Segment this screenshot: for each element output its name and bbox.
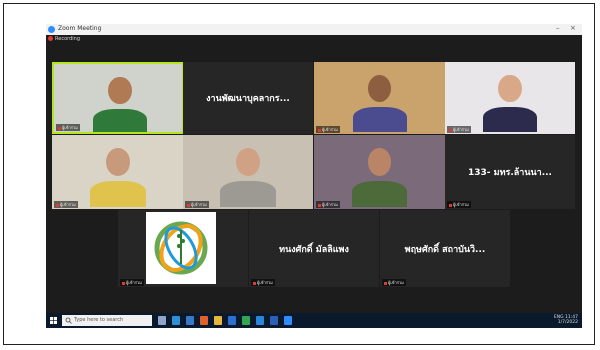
participant-body xyxy=(351,180,408,207)
muted-mic-icon xyxy=(187,203,190,207)
participant-body xyxy=(90,180,146,207)
participant-name-text: ผู้เข้าร่วม xyxy=(257,280,273,285)
university-logo-icon xyxy=(146,212,216,284)
participant-display-name: ทนงศักดิ์ มัลลิแพง xyxy=(279,244,349,255)
participant-body xyxy=(93,108,147,132)
participant-name-label: ผู้เข้าร่วม xyxy=(316,201,340,208)
participant-tile[interactable]: ผู้เข้าร่วม xyxy=(118,210,248,287)
participant-head xyxy=(367,148,392,177)
explorer-icon[interactable] xyxy=(214,316,222,325)
zoom-window: Zoom Meeting – × Recording ผู้เข้าร่วม งา… xyxy=(46,24,582,328)
participant-tile[interactable]: 133- มทร.ล้านนา... ผู้เข้าร่วม xyxy=(445,135,575,209)
mail-icon[interactable] xyxy=(228,316,236,325)
participant-body xyxy=(352,106,407,132)
participant-name-text: ผู้เข้าร่วม xyxy=(126,280,142,285)
participant-name-label: ผู้เข้าร่วม xyxy=(447,201,471,208)
participant-video xyxy=(52,135,184,209)
participant-display-name: พฤษศักดิ์ สถาบันวิ... xyxy=(404,244,486,255)
windows-start-icon[interactable] xyxy=(50,317,57,324)
muted-mic-icon xyxy=(318,203,321,207)
minimize-button[interactable]: – xyxy=(556,24,560,32)
muted-mic-icon xyxy=(384,281,387,285)
system-tray[interactable]: ENG 11:47 1/7/2022 xyxy=(554,315,578,325)
participant-name-text: ผู้เข้าร่วม xyxy=(388,280,404,285)
title-bar: Zoom Meeting – × xyxy=(46,24,582,35)
photos-icon[interactable] xyxy=(256,316,264,325)
muted-mic-icon xyxy=(122,281,125,285)
document-frame: Zoom Meeting – × Recording ผู้เข้าร่วม งา… xyxy=(3,3,595,345)
muted-mic-icon xyxy=(56,203,59,207)
participant-name-text: ผู้เข้าร่วม xyxy=(322,202,338,207)
participant-tile[interactable]: พฤษศักดิ์ สถาบันวิ... ผู้เข้าร่วม xyxy=(380,210,510,287)
windows-taskbar: Type here to search ENG 11:47 1/7/2022 xyxy=(46,313,582,328)
task-view-icon[interactable] xyxy=(158,316,166,325)
participant-name-label: ผู้เข้าร่วม xyxy=(382,279,406,286)
participant-head xyxy=(498,74,522,103)
participant-name-text: ผู้เข้าร่วม xyxy=(191,202,207,207)
participant-name-label: ผู้เข้าร่วม xyxy=(251,279,275,286)
participant-name-text: ผู้เข้าร่วม xyxy=(453,127,469,132)
chrome-icon[interactable] xyxy=(242,316,250,325)
participant-name-label: ผู้เข้าร่วม xyxy=(185,201,209,208)
participant-name-text: ผู้เข้าร่วม xyxy=(62,125,78,130)
participant-tile[interactable]: งานพัฒนาบุคลากร... xyxy=(183,62,313,134)
participant-tile[interactable]: ผู้เข้าร่วม xyxy=(52,135,184,209)
participant-video xyxy=(314,62,445,134)
participant-tile[interactable]: ทนงศักดิ์ มัลลิแพงผู้เข้าร่วม xyxy=(249,210,379,287)
taskbar-search-input[interactable]: Type here to search xyxy=(62,315,152,326)
muted-mic-icon xyxy=(318,128,321,132)
participant-video xyxy=(54,64,182,132)
window-title: Zoom Meeting xyxy=(58,25,102,32)
recording-label: Recording xyxy=(55,36,81,42)
participant-name-label: ผู้เข้าร่วม xyxy=(54,201,78,208)
muted-mic-icon xyxy=(58,126,61,130)
participant-name-label: ผู้เข้าร่วม xyxy=(56,124,80,131)
firefox-icon[interactable] xyxy=(200,316,208,325)
participant-name-text: ผู้เข้าร่วม xyxy=(60,202,76,207)
participant-tile[interactable]: ผู้เข้าร่วม xyxy=(52,62,184,134)
participant-tile[interactable]: ผู้เข้าร่วม xyxy=(314,62,445,134)
edge-icon[interactable] xyxy=(172,316,180,325)
participant-video xyxy=(445,62,575,134)
participant-name-label: ผู้เข้าร่วม xyxy=(447,126,471,133)
participant-body xyxy=(483,106,537,132)
participant-tile[interactable]: ผู้เข้าร่วม xyxy=(314,135,445,209)
participant-display-name: งานพัฒนาบุคลากร... xyxy=(206,94,290,104)
word-icon[interactable] xyxy=(270,316,278,325)
zoom-icon[interactable] xyxy=(284,316,292,325)
participant-name-text: ผู้เข้าร่วม xyxy=(453,202,469,207)
participant-name-label: ผู้เข้าร่วม xyxy=(316,126,340,133)
muted-mic-icon xyxy=(253,281,256,285)
participant-head xyxy=(108,76,132,105)
participant-body xyxy=(220,180,276,207)
participant-name-label: ผู้เข้าร่วม xyxy=(120,279,144,286)
muted-mic-icon xyxy=(449,128,452,132)
recording-indicator[interactable]: Recording xyxy=(48,36,80,44)
participant-tile[interactable]: ผู้เข้าร่วม xyxy=(183,135,313,209)
participant-name-text: ผู้เข้าร่วม xyxy=(322,127,338,132)
search-placeholder: Type here to search xyxy=(74,317,124,323)
participant-head xyxy=(106,148,130,177)
zoom-logo-icon xyxy=(48,26,55,33)
clock-date: 1/7/2022 xyxy=(557,320,578,325)
muted-mic-icon xyxy=(449,203,452,207)
close-icon[interactable]: × xyxy=(570,24,576,32)
participant-tile[interactable]: ผู้เข้าร่วม xyxy=(445,62,575,134)
participant-display-name: 133- มทร.ล้านนา... xyxy=(468,168,552,178)
participant-head xyxy=(367,74,391,103)
participant-head xyxy=(236,148,260,177)
participant-video xyxy=(314,135,445,209)
participant-video xyxy=(183,135,313,209)
recording-dot-icon xyxy=(48,36,53,41)
store-icon[interactable] xyxy=(186,316,194,325)
search-icon xyxy=(65,317,72,324)
